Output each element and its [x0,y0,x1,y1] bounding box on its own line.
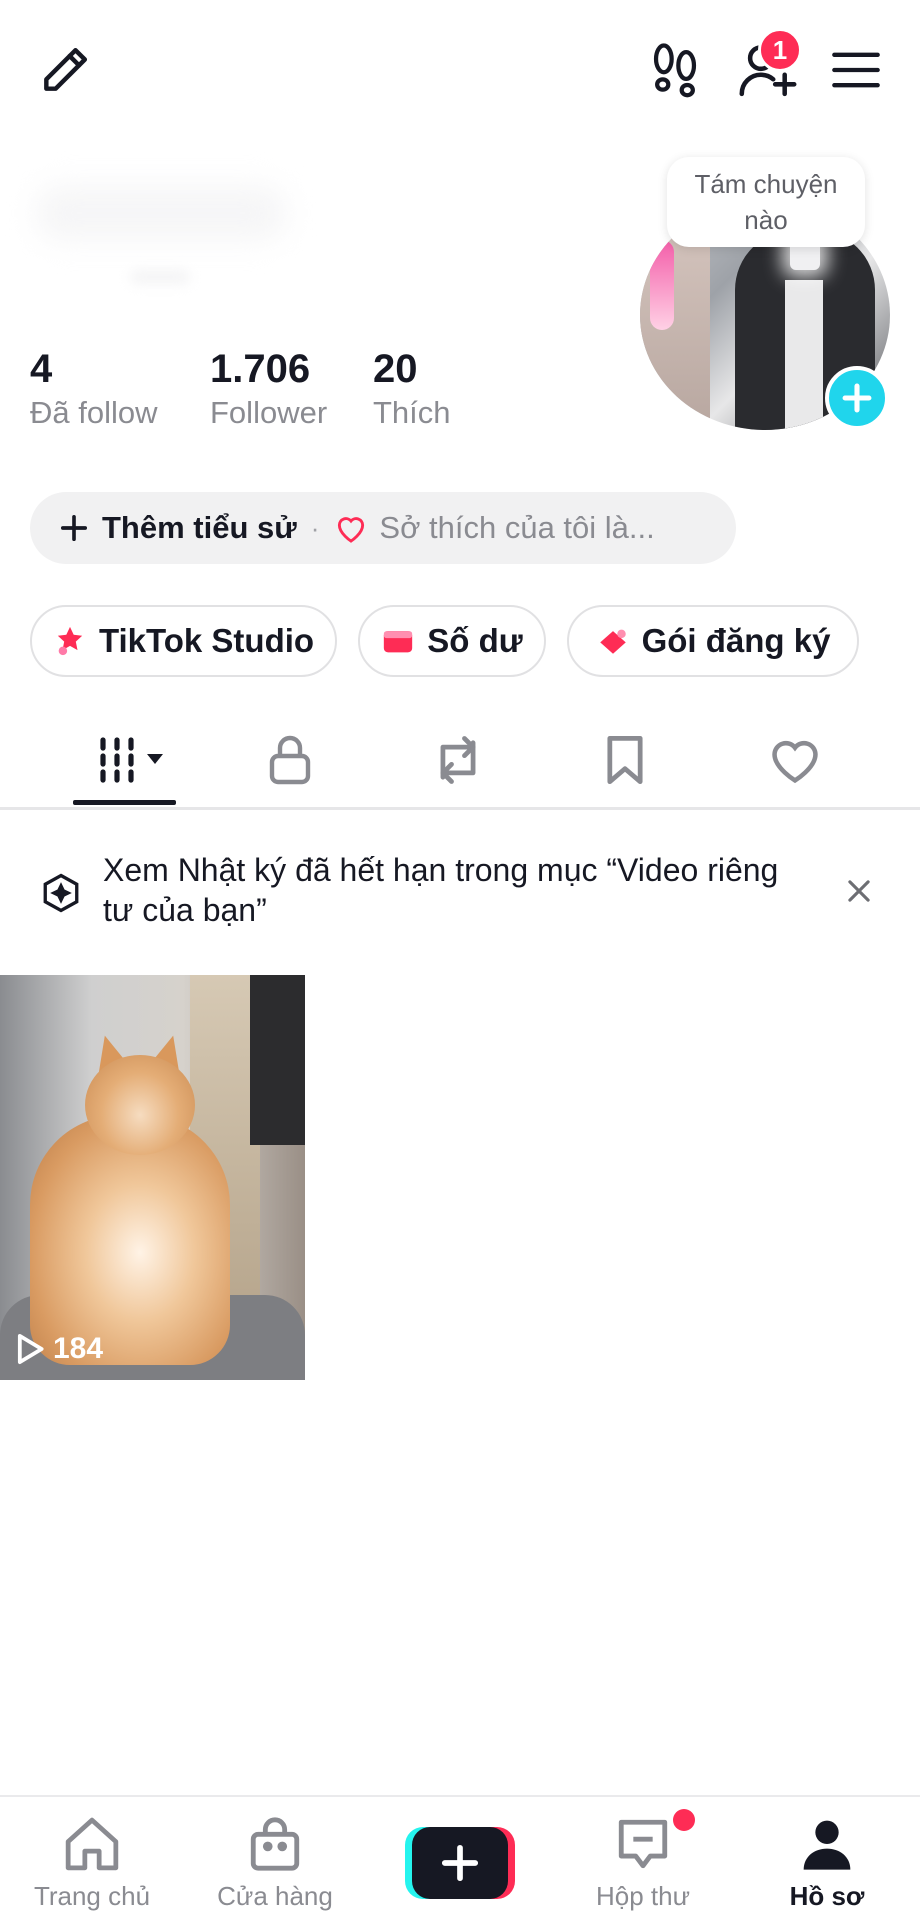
studio-icon [53,624,87,658]
stat-followers-label: Follower [210,395,328,430]
notification-badge: 1 [758,28,802,72]
stat-likes-label: Thích [373,395,451,430]
story-sparkle-icon [43,873,79,913]
pencil-icon [44,47,88,91]
bio-prompt[interactable]: Thêm tiểu sử · Sở thích của tôi là... [30,492,736,564]
nav-inbox-label: Hộp thư [595,1881,690,1911]
grid-icon [100,737,163,783]
expired-stories-notice: Xem Nhật ký đã hết hạn trong mục “Video … [0,830,920,950]
stat-following-label: Đã follow [30,395,158,430]
hamburger-menu-icon [832,52,880,88]
balance-label: Số dư [427,622,523,659]
nav-home-label: Trang chủ [33,1881,151,1911]
stat-likes[interactable]: 20 Thích [373,345,451,433]
add-bio-label: Thêm tiểu sử [102,510,297,545]
lock-icon [269,735,311,785]
subscription-button[interactable]: Gói đăng ký [567,605,859,677]
avatar-shirt [785,280,823,430]
play-icon [17,1334,44,1364]
close-icon [848,880,870,902]
video-views: 184 [53,1332,104,1365]
active-tab-indicator [73,800,176,805]
video-thumbnail[interactable]: 184 [0,975,305,1380]
nav-inbox[interactable]: Hộp thư [568,1815,718,1912]
notice-text: Xem Nhật ký đã hết hạn trong mục “Video … [103,852,779,928]
stat-likes-value: 20 [373,347,418,391]
profile-icon [803,1820,851,1870]
heart-icon [338,517,365,543]
blurred-username [36,185,286,241]
tab-reposts[interactable] [413,730,503,790]
inbox-icon [618,1819,668,1869]
stat-following[interactable]: 4 Đã follow [30,345,158,433]
subscription-label: Gói đăng ký [641,622,831,659]
wallet-icon [381,626,415,656]
footprints-icon [653,43,697,98]
nav-profile-label: Hồ sơ [789,1881,865,1911]
stat-followers-value: 1.706 [210,347,311,391]
inbox-unread-dot [673,1809,695,1831]
balance-button[interactable]: Số dư [358,605,546,677]
create-plus-icon [441,1844,479,1882]
bottom-navigation: Trang chủ Cửa hàng Hộp thư Hồ sơ [0,1795,920,1920]
profile-tabs [0,720,920,810]
stat-following-value: 4 [30,347,53,391]
menu-button[interactable] [820,38,892,102]
tab-favorites[interactable] [580,730,670,790]
tab-videos[interactable] [80,730,190,790]
nav-shop[interactable]: Cửa hàng [200,1815,350,1912]
tiktok-studio-button[interactable]: TikTok Studio [30,605,337,677]
status-bubble[interactable]: Tám chuyện nào [667,157,865,247]
stat-followers[interactable]: 1.706 Follower [210,345,327,433]
edit-profile-button[interactable] [30,38,100,102]
blurred-handle [130,270,190,284]
nav-profile[interactable]: Hồ sơ [752,1815,902,1912]
bio-separator: · [310,512,320,543]
plus-icon [60,514,88,542]
status-bubble-line2: nào [744,205,788,235]
nav-home[interactable]: Trang chủ [17,1815,167,1912]
tab-liked[interactable] [750,730,840,790]
home-icon [65,1817,119,1871]
add-story-button[interactable] [825,366,889,430]
avatar-decoration [650,240,674,330]
tab-private[interactable] [245,730,335,790]
create-button-face [412,1827,508,1899]
shop-bag-icon [250,1817,300,1871]
nav-shop-label: Cửa hàng [217,1881,333,1911]
create-button[interactable] [405,1827,515,1899]
plus-icon [842,383,872,413]
close-notice-button[interactable] [838,870,880,912]
repost-icon [440,736,476,784]
bio-hint: Sở thích của tôi là... [379,510,655,545]
subscription-icon [596,625,630,657]
bookmark-icon [607,735,643,785]
thumbnail-frame [250,975,305,1145]
tiktok-studio-label: TikTok Studio [98,622,315,659]
thumbnail-cat-head [85,1055,195,1155]
status-bubble-line1: Tám chuyện [694,169,838,199]
footprints-button[interactable] [640,38,710,102]
video-view-count: 184 [15,1332,103,1366]
heart-icon [772,740,818,784]
